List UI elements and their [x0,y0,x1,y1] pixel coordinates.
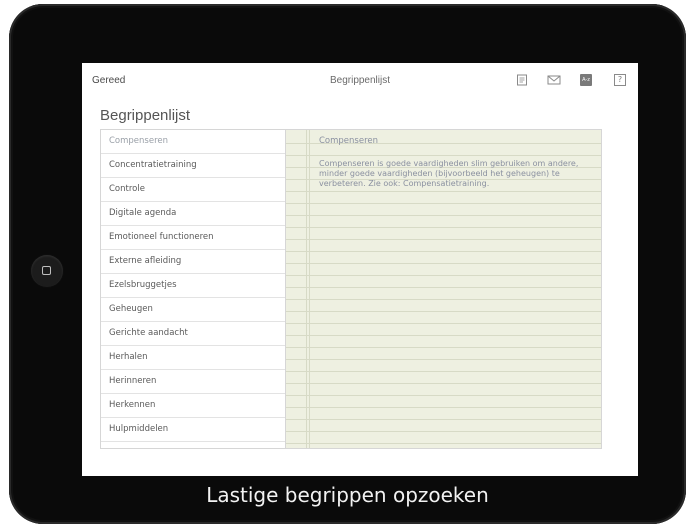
list-item[interactable]: Herinneren [101,370,285,394]
app-screen: Gereed Begrippenlijst A-z ? Begrippenlij… [82,63,638,476]
home-button[interactable] [31,255,63,287]
help-icon[interactable]: ? [614,74,626,86]
term-list: Compenseren Concentratietraining Control… [101,130,286,448]
navigation-bar: Gereed Begrippenlijst A-z ? [82,63,638,97]
list-item[interactable]: Externe afleiding [101,250,285,274]
definition-notepad: Compenseren Compenseren is goede vaardig… [286,130,601,448]
list-item[interactable]: Ezelsbruggetjes [101,274,285,298]
list-item[interactable]: Digitale agenda [101,202,285,226]
list-item[interactable]: Herkennen [101,394,285,418]
list-item[interactable]: Controle [101,178,285,202]
section-title: Begrippenlijst [100,107,191,124]
definition-text: Compenseren is goede vaardigheden slim g… [319,159,579,188]
list-item[interactable]: Concentratietraining [101,154,285,178]
home-icon [42,266,51,275]
list-item[interactable]: Herhalen [101,346,285,370]
list-item[interactable]: Gerichte aandacht [101,322,285,346]
tablet-device: Gereed Begrippenlijst A-z ? Begrippenlij… [9,4,686,524]
help-glyph: ? [617,75,623,84]
caption: Lastige begrippen opzoeken [206,483,489,507]
glossary-panel: Compenseren Concentratietraining Control… [100,129,602,449]
notes-icon[interactable] [516,74,528,86]
mail-icon[interactable] [547,74,561,86]
list-item[interactable]: Emotioneel functioneren [101,226,285,250]
notepad-margin-line [306,130,310,448]
glossary-glyph: A-z [582,77,590,83]
glossary-icon[interactable]: A-z [580,74,592,86]
definition-title: Compenseren [319,136,379,146]
list-item[interactable]: Compenseren [101,130,285,154]
list-item[interactable]: Geheugen [101,298,285,322]
list-item[interactable]: Hulpmiddelen [101,418,285,442]
